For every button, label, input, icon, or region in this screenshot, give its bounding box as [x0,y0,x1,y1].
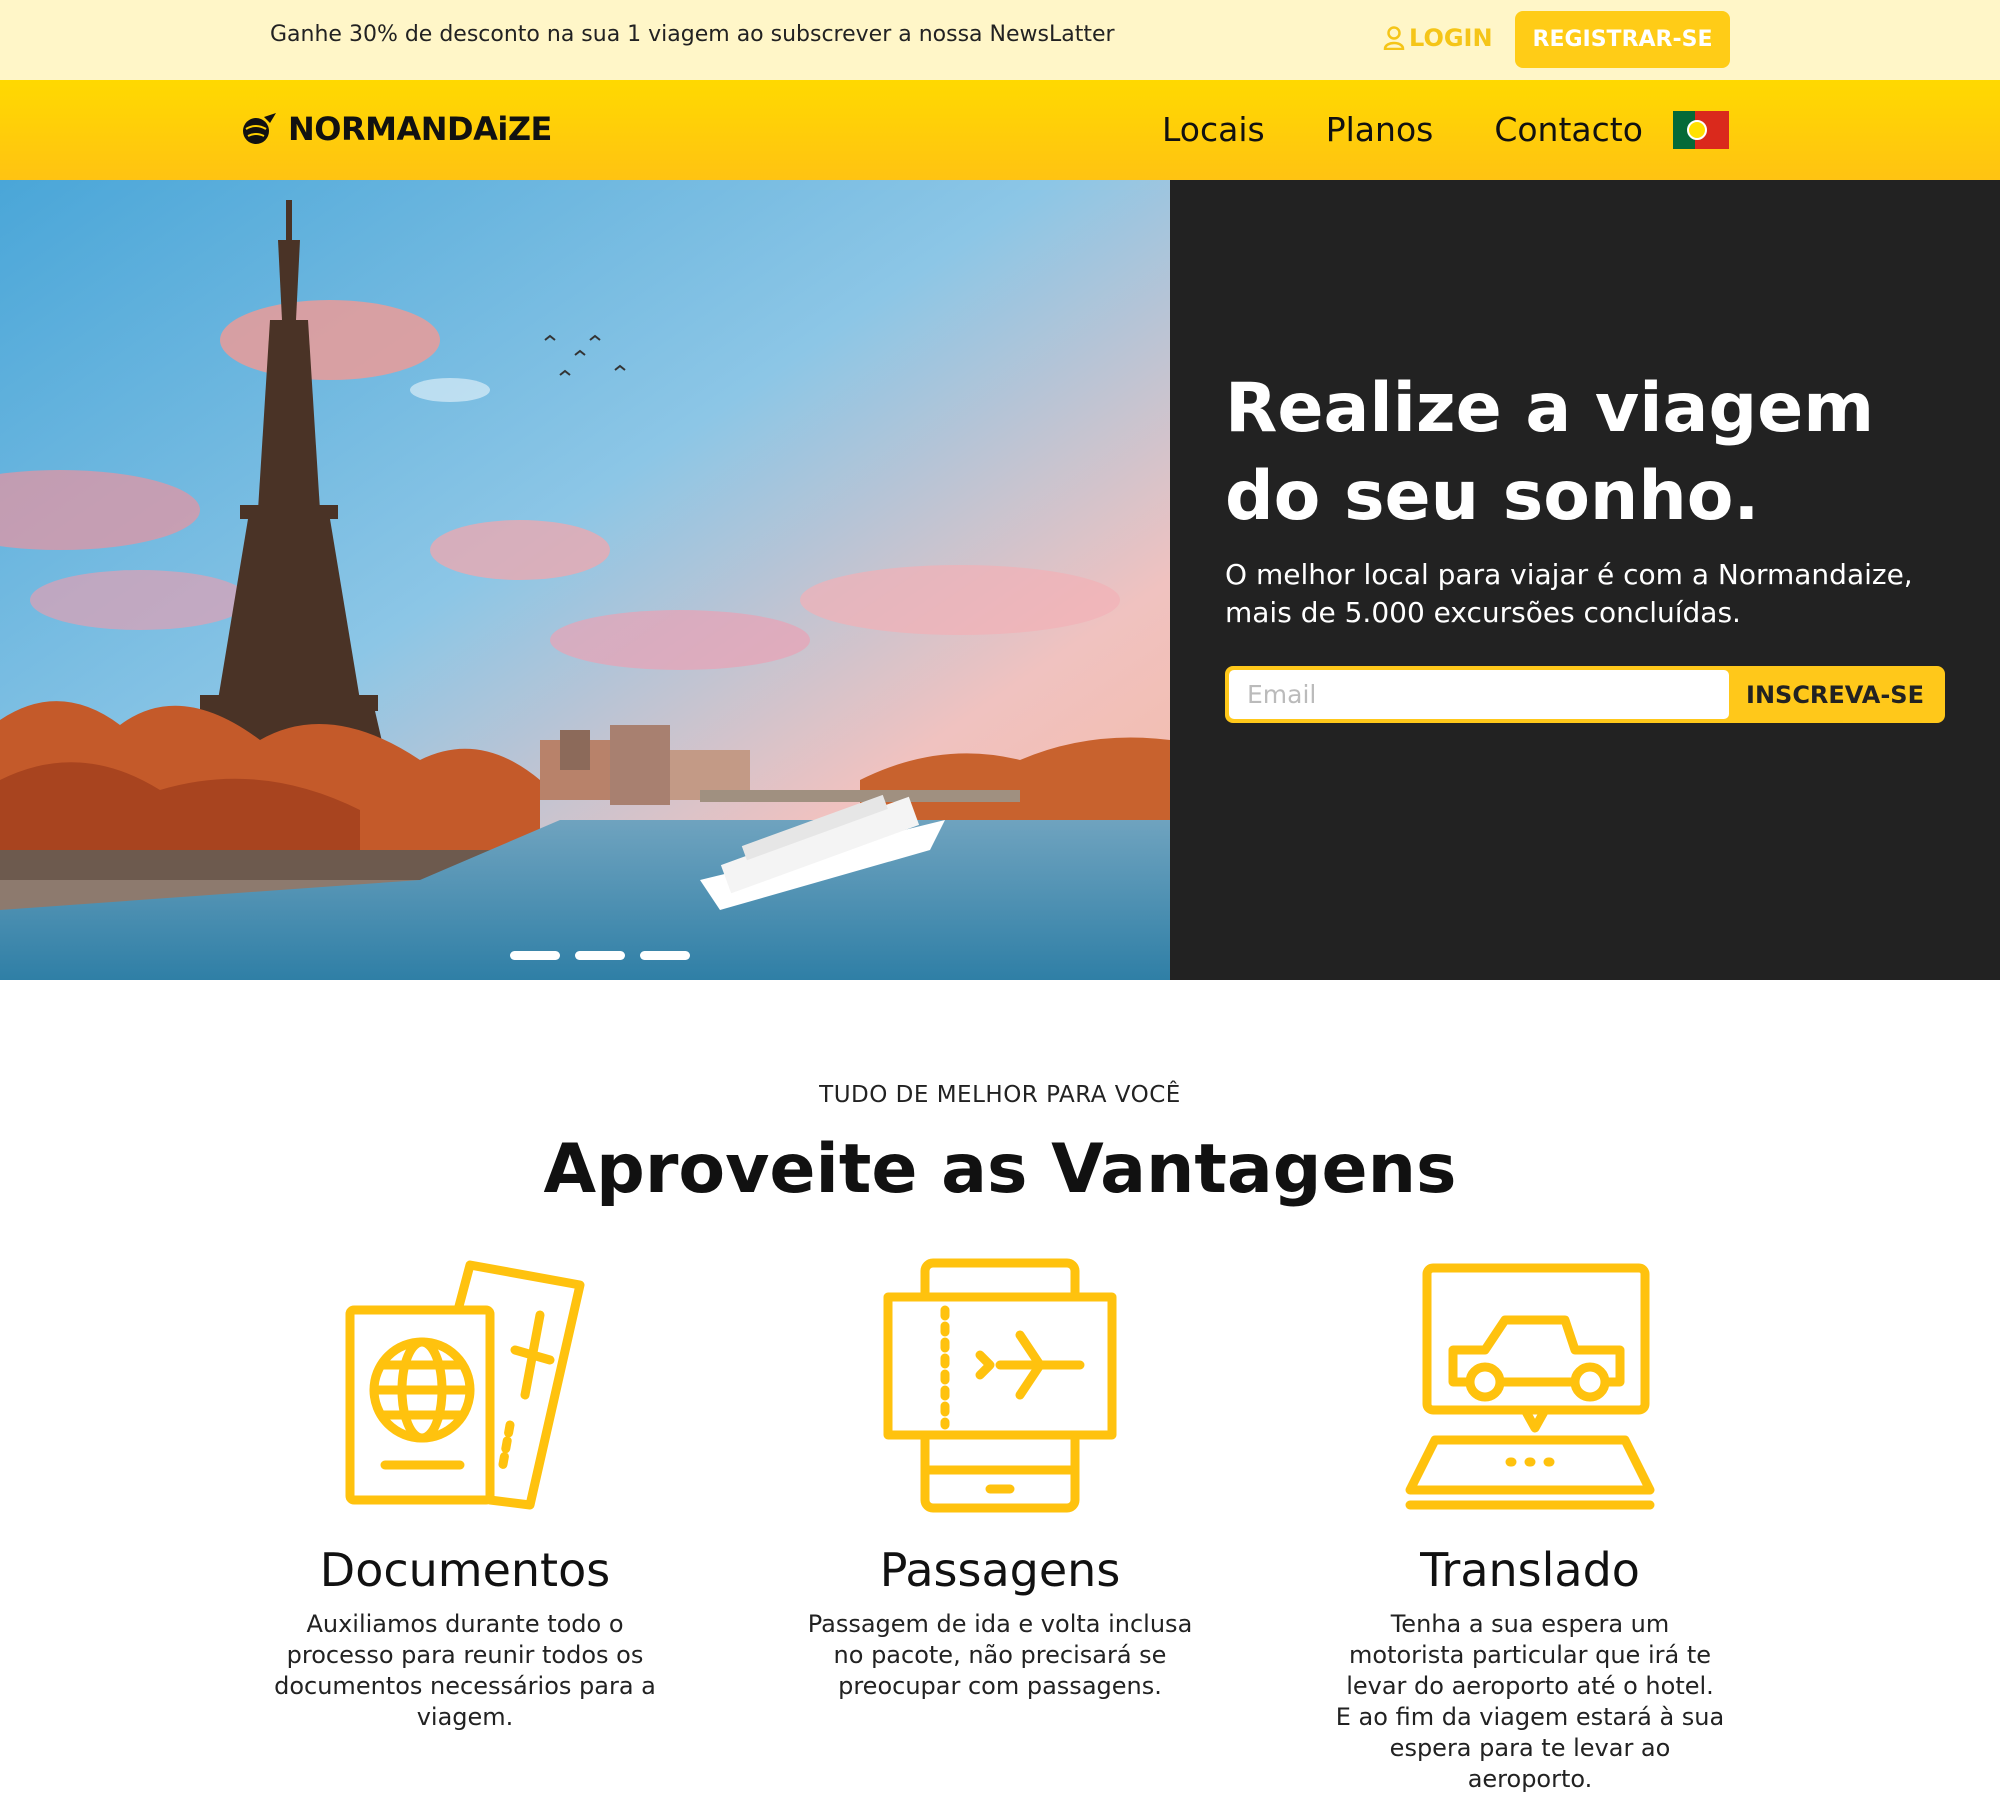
newsletter-form: INSCREVA-SE [1225,666,1945,723]
promo-bar: Ganhe 30% de desconto na sua 1 viagem ao… [0,0,2000,80]
feature-text: Tenha a sua espera um motorista particul… [1335,1610,1725,1793]
hero-title: Realize a viagem do seu sonho. [1225,369,1875,536]
section-overline: TUDO DE MELHOR PARA VOCÊ [819,1082,1181,1108]
feature-title: Passagens [879,1543,1121,1597]
carousel-dot[interactable] [510,951,560,960]
hero-image [0,180,1170,980]
feature-title: Translado [1420,1543,1640,1597]
car-map-icon [1405,1263,1655,1510]
nav-item-locais[interactable]: Locais [1162,110,1265,149]
feature-documentos: Documentos Auxiliamos durante todo o pro… [255,1255,675,1733]
nav-item-planos[interactable]: Planos [1326,110,1434,149]
subscribe-button[interactable]: INSCREVA-SE [1729,670,1941,719]
login-link[interactable]: LOGIN [1383,24,1493,52]
login-label: LOGIN [1409,24,1493,52]
feature-passagens: Passagens Passagem de ida e volta inclus… [790,1255,1210,1702]
register-button[interactable]: REGISTRAR-SE [1515,11,1730,68]
carousel-dot[interactable] [640,951,690,960]
eiffel-tower-scene-image [0,180,1170,980]
portugal-flag-icon[interactable] [1673,111,1729,149]
section-title: Aproveite as Vantagens [543,1130,1457,1209]
feature-translado: Translado Tenha a sua espera um motorist… [1320,1255,1740,1795]
feature-text: Passagem de ida e volta inclusa no pacot… [807,1610,1193,1700]
promo-text: Ganhe 30% de desconto na sua 1 viagem ao… [270,22,1115,47]
email-input[interactable] [1229,670,1729,719]
carousel-indicators [510,951,690,960]
main-nav: Locais Planos Contacto [1162,110,1643,149]
passport-ticket-icon [345,1260,585,1510]
feature-text: Auxiliamos durante todo o processo para … [274,1610,656,1731]
carousel-dot[interactable] [575,951,625,960]
mobile-boarding-pass-icon [883,1258,1117,1513]
globe-plane-logo-icon [243,113,276,144]
hero-subtitle: O melhor local para viajar é com a Norma… [1225,558,1913,629]
brand-name: NORMANDAiZE [288,110,552,148]
nav-item-contacto[interactable]: Contacto [1494,110,1643,149]
user-icon [1383,26,1405,50]
brand-logo[interactable]: NORMANDAiZE [240,110,552,148]
feature-title: Documentos [319,1543,611,1597]
